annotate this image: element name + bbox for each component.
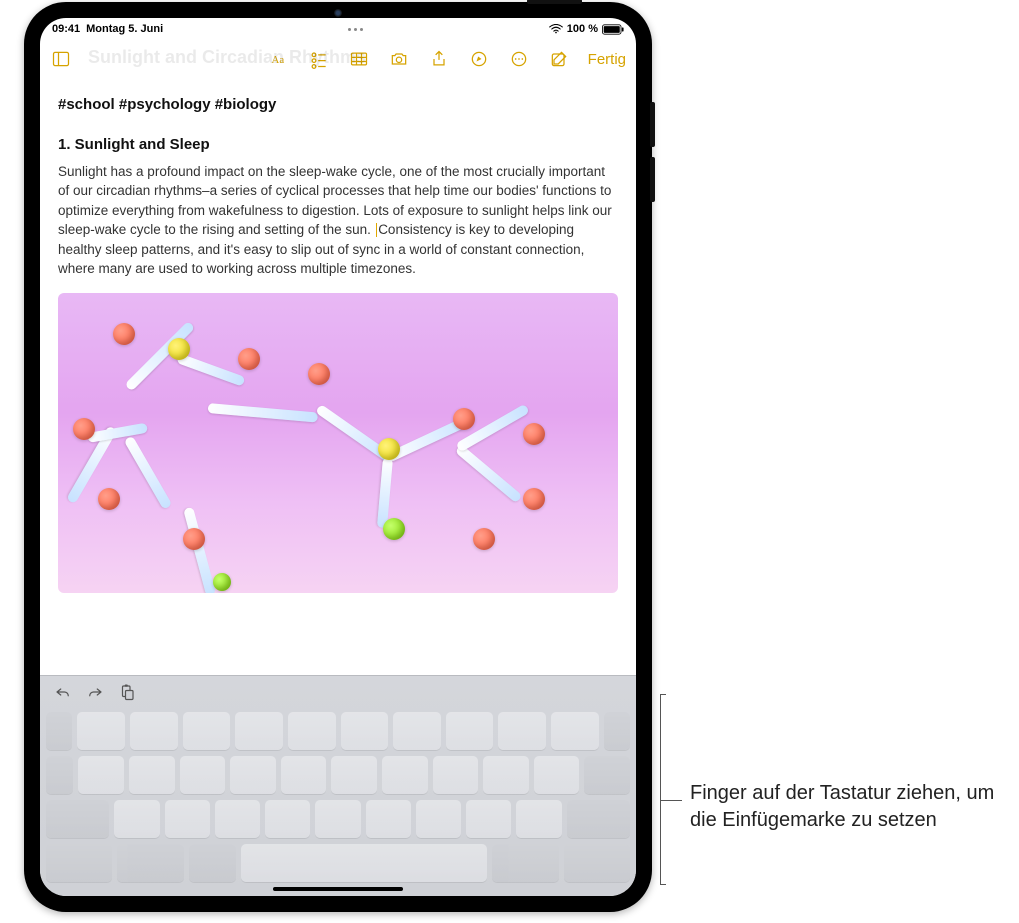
key-blank[interactable] (498, 712, 546, 750)
power-button (527, 0, 582, 4)
key-blank[interactable] (382, 756, 428, 794)
key-blank[interactable] (551, 712, 599, 750)
key-blank[interactable] (446, 712, 494, 750)
key-blank[interactable] (46, 800, 109, 838)
key-blank[interactable] (288, 712, 336, 750)
key-blank[interactable] (129, 756, 175, 794)
status-date: Montag 5. Juni (86, 23, 163, 35)
key-blank[interactable] (466, 800, 511, 838)
key-blank[interactable] (492, 844, 558, 882)
wifi-icon (549, 24, 563, 34)
key-blank[interactable] (230, 756, 276, 794)
callout-leader-line (660, 800, 682, 801)
callout-bracket-top (660, 694, 666, 695)
key-blank[interactable] (393, 712, 441, 750)
battery-icon (602, 24, 624, 35)
key-blank[interactable] (46, 844, 112, 882)
multitasking-dots[interactable] (348, 24, 363, 34)
key-blank[interactable] (341, 712, 389, 750)
note-paragraph: Sunlight has a profound impact on the sl… (58, 162, 618, 279)
share-icon[interactable] (428, 48, 450, 70)
sidebar-icon[interactable] (50, 48, 72, 70)
camera-icon[interactable] (388, 48, 410, 70)
key-blank[interactable] (78, 756, 124, 794)
key-blank[interactable] (265, 800, 310, 838)
key-blank[interactable] (416, 800, 461, 838)
callout-bracket (660, 694, 661, 884)
key-blank[interactable] (433, 756, 479, 794)
undo-icon[interactable] (54, 683, 72, 701)
key-blank[interactable] (77, 712, 125, 750)
volume-down-button (650, 157, 655, 202)
key-blank[interactable] (165, 800, 210, 838)
status-time: 09:41 (52, 23, 80, 35)
markup-icon[interactable] (468, 48, 490, 70)
key-blank[interactable] (604, 712, 630, 750)
key-blank[interactable] (183, 712, 231, 750)
note-title-ghost: Sunlight and Circadian Rhythms (88, 47, 366, 68)
more-icon[interactable] (508, 48, 530, 70)
key-spacebar[interactable] (241, 844, 487, 882)
key-blank[interactable] (366, 800, 411, 838)
callout-text: Finger auf der Tastatur ziehen, um die E… (690, 780, 1010, 834)
key-blank[interactable] (483, 756, 529, 794)
key-blank[interactable] (584, 756, 630, 794)
battery-percent: 100 % (567, 23, 598, 35)
note-tags: #school #psychology #biology (58, 94, 618, 116)
key-blank[interactable] (315, 800, 360, 838)
key-blank[interactable] (567, 800, 630, 838)
keyboard-toolbar (40, 676, 636, 708)
screen: 09:41 Montag 5. Juni 100 % Sunlight and … (40, 18, 636, 896)
ipad-device-frame: 09:41 Montag 5. Juni 100 % Sunlight and … (24, 2, 652, 912)
onscreen-keyboard[interactable] (40, 675, 636, 896)
key-blank[interactable] (331, 756, 377, 794)
key-blank[interactable] (215, 800, 260, 838)
key-blank[interactable] (516, 800, 561, 838)
home-indicator[interactable] (273, 887, 403, 891)
note-heading: 1. Sunlight and Sleep (58, 134, 618, 156)
note-content[interactable]: #school #psychology #biology 1. Sunlight… (40, 78, 636, 675)
compose-icon[interactable] (548, 48, 570, 70)
key-blank[interactable] (534, 756, 580, 794)
key-blank[interactable] (46, 712, 72, 750)
key-blank[interactable] (235, 712, 283, 750)
done-button[interactable]: Fertig (588, 51, 626, 68)
key-blank[interactable] (189, 844, 236, 882)
text-cursor (376, 223, 378, 237)
key-blank[interactable] (130, 712, 178, 750)
volume-up-button (650, 102, 655, 147)
paste-icon[interactable] (118, 683, 136, 701)
status-bar: 09:41 Montag 5. Juni 100 % (40, 18, 636, 40)
key-blank[interactable] (564, 844, 630, 882)
key-blank[interactable] (281, 756, 327, 794)
key-blank[interactable] (114, 800, 159, 838)
front-camera (334, 9, 342, 17)
note-image-molecule (58, 293, 618, 593)
callout-bracket-bottom (660, 884, 666, 885)
redo-icon[interactable] (86, 683, 104, 701)
key-blank[interactable] (180, 756, 226, 794)
key-blank[interactable] (117, 844, 183, 882)
key-blank[interactable] (46, 756, 73, 794)
keyboard-keys[interactable] (40, 708, 636, 882)
notes-toolbar: Sunlight and Circadian Rhythms Aa (40, 40, 636, 78)
